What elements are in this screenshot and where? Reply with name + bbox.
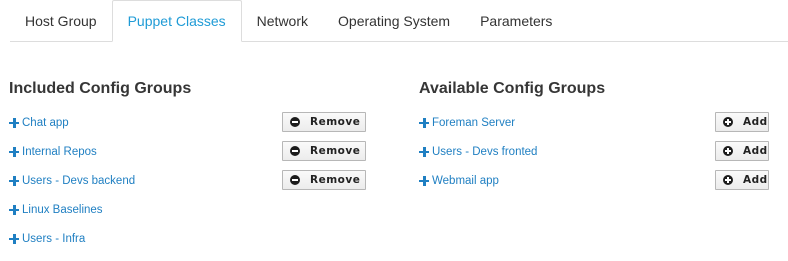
add-button-label: Add: [743, 174, 768, 186]
available-config-groups-title: Available Config Groups: [419, 80, 606, 97]
config-group-link-linux-baselines[interactable]: Linux Baselines: [9, 204, 103, 216]
remove-button[interactable]: Remove: [282, 170, 366, 190]
plus-icon: [9, 146, 19, 157]
config-group-label: Linux Baselines: [22, 203, 103, 216]
config-group-label: Users - Devs fronted: [432, 145, 538, 158]
tab-parameters[interactable]: Parameters: [465, 0, 567, 41]
config-group-link-webmail-app[interactable]: Webmail app: [419, 175, 499, 187]
config-group-label: Users - Infra: [22, 232, 86, 245]
tab-operating-system[interactable]: Operating System: [323, 0, 465, 41]
list-item: Chat app Remove: [9, 108, 366, 137]
minus-circle-icon: [290, 175, 300, 185]
plus-icon: [9, 175, 19, 186]
list-item: Foreman Server Add: [419, 108, 769, 137]
plus-icon: [419, 175, 429, 186]
plus-icon: [9, 233, 19, 244]
list-item: Linux Baselines: [9, 195, 366, 224]
remove-button-label: Remove: [310, 174, 361, 186]
config-group-label: Webmail app: [432, 174, 499, 187]
config-group-link-internal-repos[interactable]: Internal Repos: [9, 146, 97, 158]
list-item: Users - Infra: [9, 224, 366, 253]
plus-circle-icon: [723, 117, 733, 127]
config-group-label: Users - Devs backend: [22, 174, 136, 187]
remove-button-label: Remove: [310, 145, 361, 157]
config-group-link-users-infra[interactable]: Users - Infra: [9, 233, 85, 245]
list-item: Internal Repos Remove: [9, 137, 366, 166]
minus-circle-icon: [290, 117, 300, 127]
included-config-groups-list: Chat app Remove Internal Repos Remove Us…: [9, 108, 366, 253]
config-group-link-chat-app[interactable]: Chat app: [9, 117, 69, 129]
list-item: Webmail app Add: [419, 166, 769, 195]
tab-bar: Host Group Puppet Classes Network Operat…: [10, 0, 788, 42]
add-button[interactable]: Add: [715, 112, 769, 132]
config-group-link-users-devs-fronted[interactable]: Users - Devs fronted: [419, 146, 537, 158]
config-group-link-foreman-server[interactable]: Foreman Server: [419, 117, 515, 129]
available-config-groups-panel: Available Config Groups Foreman Server A…: [419, 76, 769, 195]
config-group-label: Internal Repos: [22, 145, 97, 158]
plus-icon: [419, 117, 429, 128]
plus-icon: [9, 117, 19, 128]
included-config-groups-title: Included Config Groups: [9, 80, 192, 97]
config-group-label: Foreman Server: [432, 116, 516, 129]
add-button-label: Add: [743, 116, 768, 128]
plus-icon: [9, 204, 19, 215]
list-item: Users - Devs backend Remove: [9, 166, 366, 195]
included-config-groups-panel: Included Config Groups Chat app Remove I…: [9, 76, 366, 253]
plus-circle-icon: [723, 146, 733, 156]
config-group-link-users-devs-backend[interactable]: Users - Devs backend: [9, 175, 135, 187]
tab-host-group[interactable]: Host Group: [10, 0, 112, 41]
remove-button[interactable]: Remove: [282, 112, 366, 132]
tab-network[interactable]: Network: [242, 0, 323, 41]
add-button-label: Add: [743, 145, 768, 157]
add-button[interactable]: Add: [715, 141, 769, 161]
minus-circle-icon: [290, 146, 300, 156]
add-button[interactable]: Add: [715, 170, 769, 190]
available-config-groups-list: Foreman Server Add Users - Devs fronted …: [419, 108, 769, 195]
config-group-label: Chat app: [22, 116, 69, 129]
plus-icon: [419, 146, 429, 157]
remove-button[interactable]: Remove: [282, 141, 366, 161]
remove-button-label: Remove: [310, 116, 361, 128]
plus-circle-icon: [723, 175, 733, 185]
tab-puppet-classes[interactable]: Puppet Classes: [111, 0, 242, 42]
list-item: Users - Devs fronted Add: [419, 137, 769, 166]
